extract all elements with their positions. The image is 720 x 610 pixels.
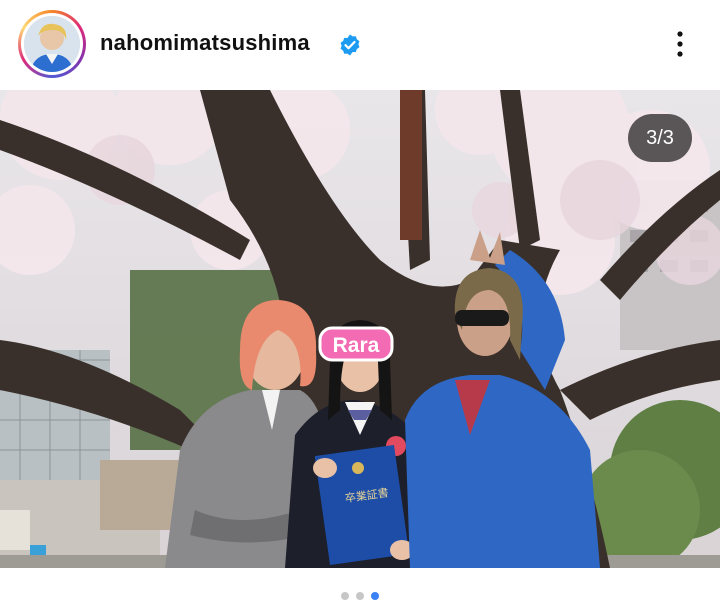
graduation-photo: 卒業証書 Rara [0,90,720,568]
carousel-dot-3-active[interactable] [371,592,379,600]
more-options-icon[interactable] [668,28,692,60]
post-header: nahomimatsushima [0,0,720,90]
image-counter: 3/3 [628,114,692,162]
carousel-pagination [0,568,720,610]
avatar[interactable] [24,16,80,72]
rara-sticker: Rara [333,334,380,357]
story-ring[interactable] [18,10,86,78]
avatar-frame [21,13,83,75]
carousel-dot-2[interactable] [356,592,364,600]
verified-badge-icon [340,34,360,56]
carousel-dot-1[interactable] [341,592,349,600]
username[interactable]: nahomimatsushima [100,30,310,56]
post-photo[interactable]: 卒業証書 Rara 3/3 [0,90,720,568]
avatar-image [24,16,80,72]
